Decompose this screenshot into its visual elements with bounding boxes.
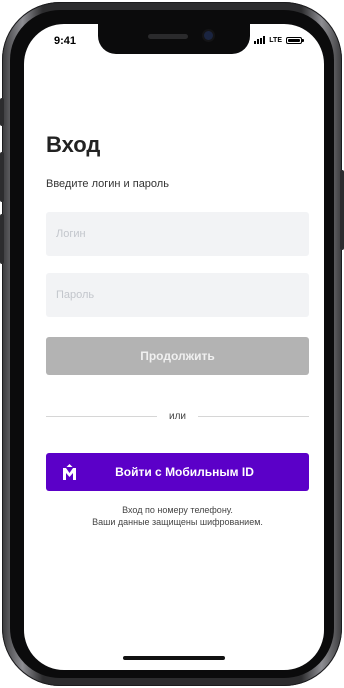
password-input[interactable] [46, 273, 309, 317]
security-note-line-1: Вход по номеру телефону. [122, 505, 233, 515]
security-note-line-2: Ваши данные защищены шифрованием. [92, 517, 263, 527]
volume-up-button [0, 152, 4, 202]
power-button [340, 170, 344, 250]
divider-line-left [46, 416, 157, 417]
front-camera [204, 31, 213, 40]
divider-label: или [169, 411, 187, 422]
volume-down-button [0, 214, 4, 264]
network-type: LTE [269, 36, 282, 44]
phone-screen: 9:41 LTE Вход Введите логин и пароль Про… [24, 24, 324, 670]
or-divider: или [46, 411, 310, 422]
signal-icon [254, 36, 266, 44]
page-title: Вход [46, 132, 101, 157]
speaker-grille [148, 34, 188, 39]
divider-line-right [198, 416, 310, 417]
mute-switch [0, 98, 4, 126]
security-note: Вход по номеру телефону. Ваши данные защ… [46, 504, 309, 528]
notch [98, 24, 250, 54]
mobile-id-button[interactable]: Войти с Мобильным ID [46, 453, 309, 491]
phone-frame: 9:41 LTE Вход Введите логин и пароль Про… [0, 2, 344, 686]
status-time: 9:41 [54, 35, 77, 47]
status-indicators: LTE [254, 36, 304, 44]
mobile-id-button-label: Войти с Мобильным ID [115, 465, 254, 479]
page-subtitle: Введите логин и пароль [46, 178, 169, 190]
home-indicator[interactable] [123, 656, 225, 660]
continue-button[interactable]: Продолжить [46, 337, 309, 375]
login-input[interactable] [46, 212, 309, 256]
battery-icon [286, 36, 304, 44]
